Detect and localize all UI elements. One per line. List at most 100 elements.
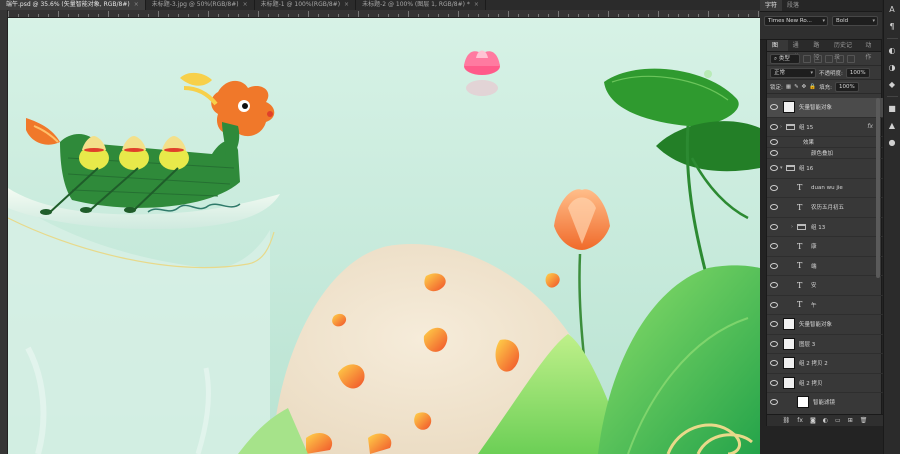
character-icon[interactable]: A: [887, 4, 898, 15]
layer-name: duan wu jie: [811, 184, 843, 191]
font-style-select[interactable]: Bold ▾: [832, 16, 878, 26]
layer-row[interactable]: T 农历五月初五: [767, 198, 883, 218]
tab-actions[interactable]: 动作: [860, 40, 881, 61]
layer-row[interactable]: T安: [767, 276, 883, 296]
close-icon[interactable]: ×: [134, 0, 139, 10]
new-layer-icon[interactable]: ⊞: [848, 417, 853, 424]
visibility-eye-icon[interactable]: [770, 103, 778, 111]
visibility-eye-icon[interactable]: [770, 281, 778, 289]
tab-character[interactable]: 字符: [760, 0, 783, 11]
chevron-right-icon[interactable]: ›: [791, 224, 793, 230]
visibility-eye-icon[interactable]: [770, 359, 778, 367]
layer-row[interactable]: Tduan wu jie: [767, 179, 883, 198]
visibility-eye-icon[interactable]: [770, 262, 778, 270]
layer-row[interactable]: T午: [767, 296, 883, 315]
tab-history[interactable]: 历史记录: [829, 40, 860, 61]
layer-row[interactable]: › 组 13: [767, 218, 883, 237]
properties-icon[interactable]: ●: [887, 137, 898, 148]
text-layer-icon: T: [797, 300, 803, 310]
lock-paint-icon[interactable]: ✎: [794, 84, 799, 90]
layer-row[interactable]: 矢量智能对象: [767, 98, 883, 118]
close-icon[interactable]: ×: [474, 0, 479, 10]
link-layers-icon[interactable]: ⛓: [783, 417, 791, 424]
document-canvas[interactable]: [8, 18, 760, 454]
visibility-eye-icon[interactable]: [770, 223, 778, 231]
doc-tab-untitled-1[interactable]: 未标题-1 @ 100%(RGB/8#) ×: [255, 0, 357, 10]
visibility-eye-icon[interactable]: [770, 398, 778, 406]
layer-list[interactable]: 矢量智能对象 › 组 15 fx 效果 颜色叠加 ▾ 组 16 Tduan wu jie T 农历五…: [767, 98, 883, 410]
ruler-tick: [148, 14, 149, 17]
visibility-eye-icon[interactable]: [770, 301, 778, 309]
visibility-eye-icon[interactable]: [770, 138, 778, 146]
opacity-input[interactable]: 100%: [845, 67, 870, 78]
fill-input[interactable]: 100%: [835, 81, 859, 92]
font-family-select[interactable]: Times New Ro... ▾: [764, 16, 828, 26]
libraries-icon[interactable]: ◆: [887, 79, 898, 90]
close-icon[interactable]: ×: [344, 0, 349, 10]
lock-move-icon[interactable]: ✥: [802, 84, 807, 90]
visibility-eye-icon[interactable]: [770, 164, 778, 172]
adjustments-icon[interactable]: ◐: [887, 45, 898, 56]
layer-row[interactable]: 效果: [767, 137, 883, 148]
layer-row[interactable]: 智能滤镜: [767, 393, 883, 410]
adjustment-layer-icon[interactable]: ◐: [823, 417, 828, 424]
styles-icon[interactable]: ◑: [887, 62, 898, 73]
layers-bottom-bar: ⛓ fx ◙ ◐ ▭ ⊞ 🗑: [767, 414, 883, 426]
filter-pixel-icon[interactable]: [803, 54, 811, 63]
lock-pixels-icon[interactable]: ▦: [786, 84, 791, 90]
new-group-icon[interactable]: ▭: [835, 417, 841, 424]
layer-row[interactable]: T康: [767, 237, 883, 257]
visibility-eye-icon[interactable]: [770, 242, 778, 250]
layer-row[interactable]: 颜色叠加: [767, 148, 883, 159]
ruler-tick: [418, 14, 419, 17]
doc-tab-duanwu[interactable]: 端午.psd @ 35.6% (矢量智能对象, RGB/8#) ×: [0, 0, 146, 10]
trash-icon[interactable]: 🗑: [860, 417, 868, 424]
visibility-eye-icon[interactable]: [770, 184, 778, 192]
layer-row[interactable]: 矢量智能对象: [767, 315, 883, 335]
close-icon[interactable]: ×: [243, 0, 248, 10]
filter-smart-icon[interactable]: [847, 54, 855, 63]
ruler-tick: [698, 14, 699, 17]
ruler-tick: [638, 14, 639, 17]
paragraph-icon[interactable]: ¶: [887, 21, 898, 32]
blend-mode-select[interactable]: 正常 ▾: [770, 67, 816, 78]
visibility-eye-icon[interactable]: [770, 203, 778, 211]
layer-filter-select[interactable]: ⌕ 类型: [770, 53, 800, 64]
add-mask-icon[interactable]: ◙: [810, 417, 816, 424]
visibility-eye-icon[interactable]: [770, 149, 778, 157]
ruler-tick: [458, 11, 459, 17]
tab-paths[interactable]: 路径: [808, 40, 829, 61]
doc-tab-untitled-2[interactable]: 未标题-2 @ 100% (图层 1, RGB/8#) * ×: [356, 0, 486, 10]
ruler-tick: [128, 14, 129, 17]
layer-row[interactable]: 图层 3: [767, 335, 883, 354]
layers-scrollbar[interactable]: [876, 98, 880, 278]
tab-layers[interactable]: 图层: [767, 40, 788, 61]
tab-channels[interactable]: 通道: [788, 40, 809, 61]
chevron-down-icon[interactable]: ▾: [780, 165, 783, 171]
filter-shape-icon[interactable]: [836, 54, 844, 63]
filter-adjust-icon[interactable]: [814, 54, 822, 63]
visibility-eye-icon[interactable]: [770, 320, 778, 328]
visibility-eye-icon[interactable]: [770, 123, 778, 131]
layer-row[interactable]: 组 2 拷贝 2: [767, 354, 883, 374]
visibility-eye-icon[interactable]: [770, 379, 778, 387]
shapes-icon[interactable]: ▲: [887, 120, 898, 131]
horizontal-ruler[interactable]: [8, 10, 760, 18]
layer-row[interactable]: › 组 15 fx: [767, 118, 883, 137]
ruler-tick: [718, 14, 719, 17]
layer-row[interactable]: T端: [767, 257, 883, 276]
visibility-eye-icon[interactable]: [770, 340, 778, 348]
filter-text-icon[interactable]: [825, 54, 833, 63]
dragon-boat-artwork: [8, 18, 760, 454]
swatches-icon[interactable]: ■: [887, 103, 898, 114]
vertical-ruler[interactable]: [0, 10, 8, 454]
chevron-right-icon[interactable]: ›: [780, 124, 782, 130]
fx-icon[interactable]: fx: [797, 417, 803, 424]
ruler-tick: [248, 14, 249, 17]
layer-row[interactable]: 组 2 拷贝: [767, 374, 883, 393]
lock-all-icon[interactable]: 🔒: [809, 84, 816, 90]
tab-paragraph[interactable]: 段落: [782, 0, 804, 11]
layer-row[interactable]: ▾ 组 16: [767, 159, 883, 179]
doc-tab-untitled-3[interactable]: 未标题-3.jpg @ 50%(RGB/8#) ×: [146, 0, 255, 10]
fx-badge-icon[interactable]: fx: [867, 123, 873, 130]
